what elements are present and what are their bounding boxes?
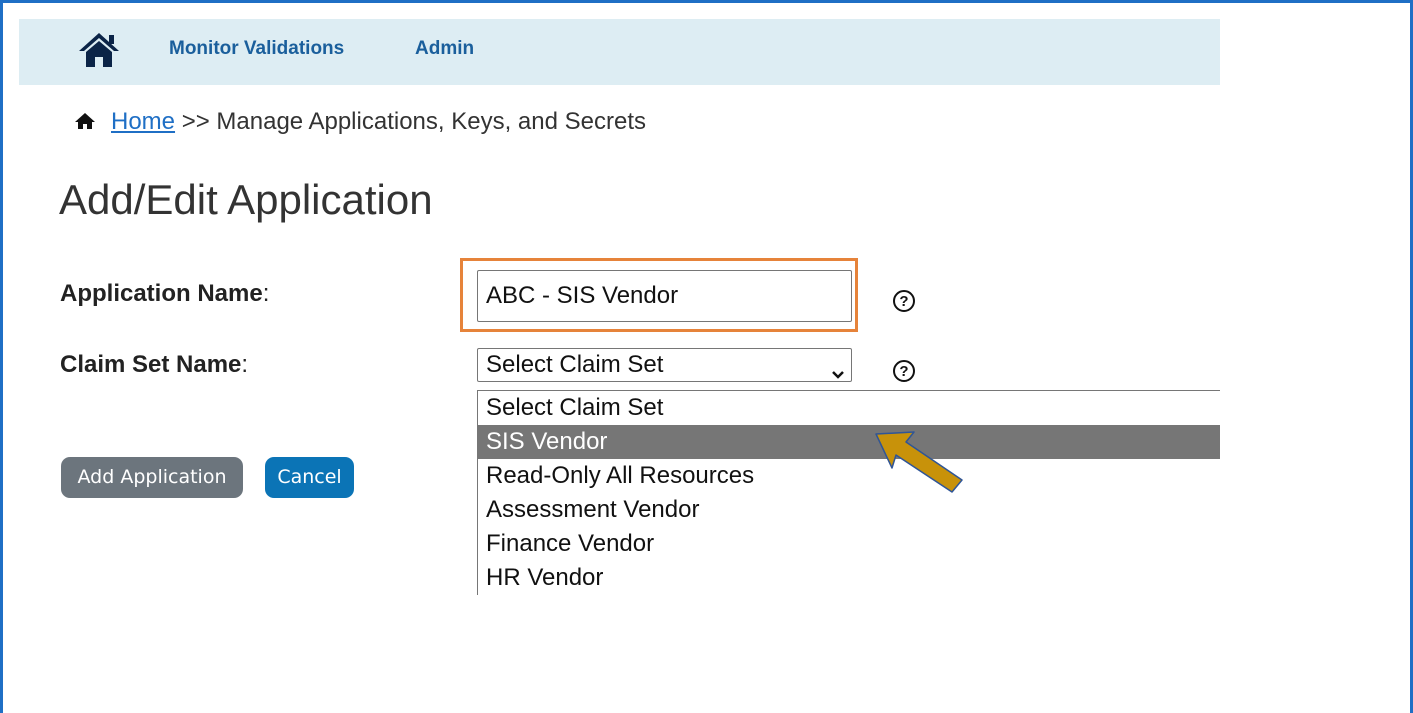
- home-icon: [75, 109, 95, 129]
- claim-set-select[interactable]: Select Claim Set: [477, 348, 852, 382]
- breadcrumb-home-link[interactable]: Home: [111, 108, 175, 135]
- dropdown-option[interactable]: Finance Vendor: [478, 527, 1220, 561]
- claim-set-selected-value: Select Claim Set: [486, 351, 664, 378]
- cancel-button[interactable]: Cancel: [265, 457, 354, 498]
- claim-set-dropdown-list: Select Claim Set SIS Vendor Read-Only Al…: [477, 390, 1220, 595]
- application-name-label: Application Name:: [60, 280, 270, 307]
- nav-link-monitor-validations[interactable]: Monitor Validations: [169, 38, 344, 60]
- chevron-down-icon: [831, 359, 845, 379]
- help-circle-icon[interactable]: ?: [893, 360, 915, 382]
- dropdown-option[interactable]: Assessment Vendor: [478, 493, 1220, 527]
- breadcrumb-separator: >>: [181, 108, 210, 135]
- dropdown-option[interactable]: Read-Only All Resources: [478, 459, 1220, 493]
- add-application-button[interactable]: Add Application: [61, 457, 243, 498]
- nav-link-admin[interactable]: Admin: [415, 38, 474, 60]
- annotation-arrow-icon: [875, 431, 963, 493]
- top-nav-bar: Monitor Validations Admin: [19, 19, 1220, 85]
- home-icon[interactable]: [78, 31, 120, 69]
- dropdown-option[interactable]: Select Claim Set: [478, 391, 1220, 425]
- breadcrumb: Home >> Manage Applications, Keys, and S…: [75, 108, 646, 136]
- dropdown-option-highlighted[interactable]: SIS Vendor: [478, 425, 1220, 459]
- help-circle-icon[interactable]: ?: [893, 290, 915, 312]
- breadcrumb-current: Manage Applications, Keys, and Secrets: [216, 108, 646, 135]
- claim-set-name-label: Claim Set Name:: [60, 351, 249, 378]
- dropdown-option[interactable]: HR Vendor: [478, 561, 1220, 595]
- page-title: Add/Edit Application: [59, 176, 433, 223]
- application-name-input[interactable]: [477, 270, 852, 322]
